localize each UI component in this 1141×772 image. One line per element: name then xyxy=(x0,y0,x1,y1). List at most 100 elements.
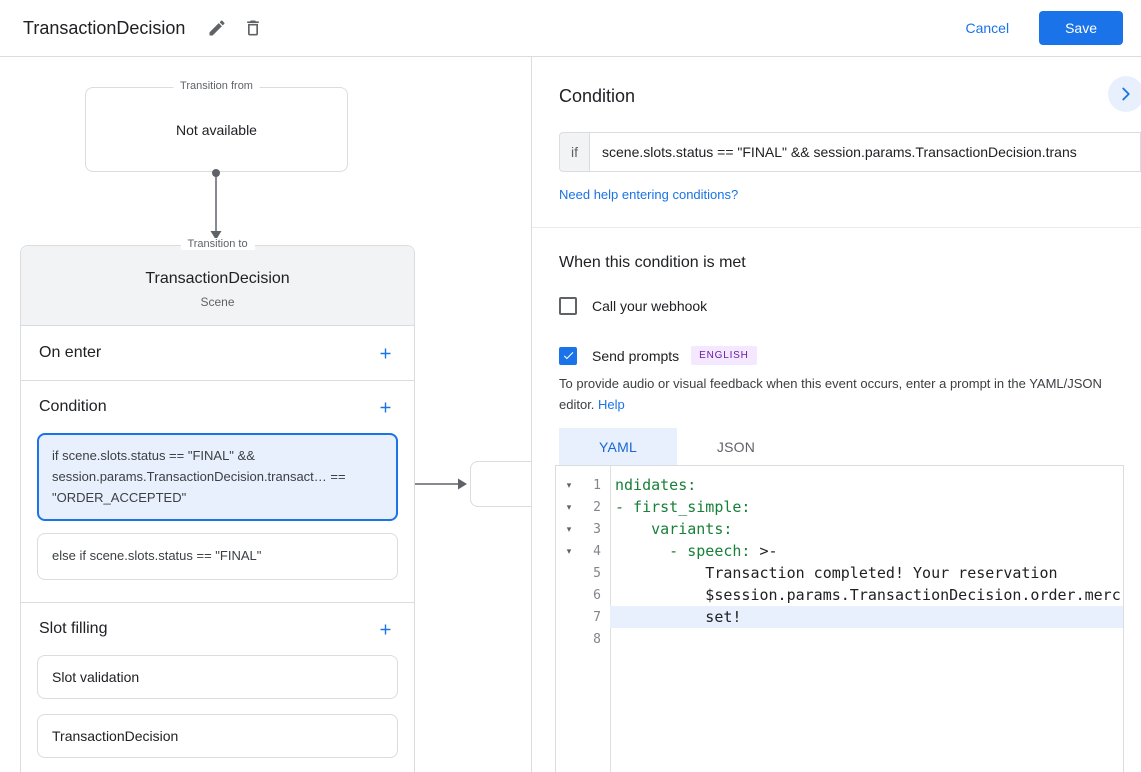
slot-filling-section: Slot filling Slot validation TransactionD… xyxy=(21,603,414,772)
send-prompts-label: Send prompts xyxy=(592,347,680,364)
editor-line-2[interactable]: ▾ 2 - first_simple: xyxy=(556,496,1123,518)
collapse-panel-button[interactable] xyxy=(1108,76,1141,112)
add-icon xyxy=(380,402,391,412)
webhook-checkbox[interactable] xyxy=(559,297,577,315)
line-number: 1 xyxy=(593,477,601,493)
line-number: 6 xyxy=(593,587,601,603)
editor-tabs: YAML JSON xyxy=(559,428,795,465)
pencil-icon xyxy=(209,20,225,36)
condition-input[interactable] xyxy=(589,132,1141,172)
code-text[interactable]: Transaction completed! Your reservation xyxy=(610,562,1123,584)
code-text[interactable]: - first_simple: xyxy=(610,496,1123,518)
webhook-row: Call your webhook xyxy=(559,297,707,315)
code-text[interactable]: set! xyxy=(610,606,1123,628)
conditions-help-link[interactable]: Need help entering conditions? xyxy=(559,187,738,202)
cancel-button[interactable]: Cancel xyxy=(965,20,1009,36)
line-number: 4 xyxy=(593,543,601,559)
transition-from-value: Not available xyxy=(176,121,257,138)
fold-arrow-icon[interactable]: ▾ xyxy=(556,480,582,491)
code-token: >- xyxy=(759,542,778,560)
slot-card-list: Slot validation TransactionDecision xyxy=(21,655,414,772)
line-number: 3 xyxy=(593,521,601,537)
tab-json[interactable]: JSON xyxy=(677,428,795,465)
yaml-editor[interactable]: ▾ 1 ndidates: ▾ 2 - first_simple: ▾ 3 variants:… xyxy=(555,465,1124,772)
tab-yaml[interactable]: YAML xyxy=(559,428,677,465)
code-text[interactable]: variants: xyxy=(610,518,1123,540)
chevron-right-icon xyxy=(1122,87,1130,101)
webhook-label: Call your webhook xyxy=(592,298,708,314)
linked-scene-node[interactable] xyxy=(470,461,531,507)
add-icon xyxy=(380,624,391,635)
fold-arrow-icon[interactable]: ▾ xyxy=(556,524,582,535)
send-prompts-checkbox[interactable] xyxy=(559,346,577,365)
slot-filling-card-2[interactable]: TransactionDecision xyxy=(37,714,398,759)
code-token: $session.params.TransactionDecision.orde… xyxy=(615,586,1121,604)
editor-line-7[interactable]: 7 set! xyxy=(556,606,1123,628)
transition-from-label: Transition from xyxy=(173,80,260,92)
editor-line-8[interactable]: 8 xyxy=(556,628,1123,650)
code-text[interactable] xyxy=(610,628,1123,650)
editor-line-5[interactable]: 5 Transaction completed! Your reservatio… xyxy=(556,562,1123,584)
editor-line-6[interactable]: 6 $session.params.TransactionDecision.or… xyxy=(556,584,1123,606)
edit-title-button[interactable] xyxy=(199,12,235,44)
save-button[interactable]: Save xyxy=(1039,11,1123,45)
editor-line-4[interactable]: ▾ 4 - speech: >- xyxy=(556,540,1123,562)
on-enter-label: On enter xyxy=(39,344,102,361)
fold-arrow-icon[interactable]: ▾ xyxy=(556,546,582,557)
prompt-hint-body: To provide audio or visual feedback when… xyxy=(559,376,1102,412)
condition-card-list: if scene.slots.status == "FINAL" && sess… xyxy=(21,433,414,602)
panel-heading: Condition xyxy=(559,86,636,106)
editor-line-3[interactable]: ▾ 3 variants: xyxy=(556,518,1123,540)
send-prompts-row: Send prompts ENGLISH xyxy=(559,346,757,365)
condition-detail-panel: Condition if Need help entering conditio… xyxy=(532,57,1141,772)
prompt-hint-text: To provide audio or visual feedback when… xyxy=(559,374,1121,416)
condition-section-label: Condition xyxy=(39,398,107,415)
delete-scene-button[interactable] xyxy=(235,12,271,44)
when-condition-met-heading: When this condition is met xyxy=(559,254,746,271)
slot-filling-section-label: Slot filling xyxy=(39,620,108,638)
condition-section: Condition if scene.slots.status == "FINA… xyxy=(21,381,414,604)
scene-node-subtitle: Scene xyxy=(200,295,235,309)
check-icon xyxy=(563,352,573,360)
code-token: - speech: xyxy=(615,542,760,560)
app-window: TransactionDecision Cancel Save Transiti… xyxy=(0,0,1141,772)
header-left: TransactionDecision xyxy=(23,12,271,44)
code-text[interactable]: ndidates: xyxy=(610,474,1123,496)
slot-filling-card-1[interactable]: Slot validation xyxy=(37,655,398,700)
transition-to-label: Transition to xyxy=(180,238,255,250)
trash-icon xyxy=(247,20,260,36)
code-token: set! xyxy=(615,608,742,626)
scene-node-header[interactable]: TransactionDecision Scene xyxy=(21,246,414,326)
language-badge: ENGLISH xyxy=(691,346,757,365)
code-token: ndidates: xyxy=(615,476,697,494)
condition-card-2[interactable]: else if scene.slots.status == "FINAL" xyxy=(37,533,398,581)
arrow-right-icon xyxy=(458,478,467,490)
code-text[interactable]: $session.params.TransactionDecision.orde… xyxy=(610,584,1123,606)
slot-filling-section-header: Slot filling xyxy=(21,603,414,655)
condition-section-header: Condition xyxy=(21,381,414,433)
scene-node-card: Transition to TransactionDecision Scene … xyxy=(20,238,415,772)
line-number: 2 xyxy=(593,499,601,515)
line-number: 5 xyxy=(593,565,601,581)
transition-from-node[interactable]: Transition from Not available xyxy=(85,80,348,172)
line-number: 7 xyxy=(593,609,601,625)
line-number: 8 xyxy=(593,631,601,647)
code-token: - first_simple: xyxy=(615,498,751,516)
header-bar: TransactionDecision Cancel Save xyxy=(0,0,1141,57)
code-token: Transaction completed! Your reservation xyxy=(615,564,1058,582)
main-content: Transition from Not available Transition… xyxy=(0,57,1141,772)
header-right: Cancel Save xyxy=(965,11,1123,45)
add-icon xyxy=(380,348,391,358)
section-divider xyxy=(532,227,1141,228)
add-on-enter-button[interactable] xyxy=(371,339,400,368)
add-slot-button[interactable] xyxy=(371,615,400,644)
add-condition-button[interactable] xyxy=(371,393,400,422)
help-link[interactable]: Help xyxy=(598,397,625,412)
condition-input-row: if xyxy=(559,132,1141,172)
editor-line-1[interactable]: ▾ 1 ndidates: xyxy=(556,474,1123,496)
code-text[interactable]: - speech: >- xyxy=(610,540,1123,562)
editor-lines: ▾ 1 ndidates: ▾ 2 - first_simple: ▾ 3 variants:… xyxy=(556,474,1123,650)
fold-arrow-icon[interactable]: ▾ xyxy=(556,502,582,513)
scene-canvas: Transition from Not available Transition… xyxy=(0,57,532,772)
condition-card-1[interactable]: if scene.slots.status == "FINAL" && sess… xyxy=(37,433,398,522)
